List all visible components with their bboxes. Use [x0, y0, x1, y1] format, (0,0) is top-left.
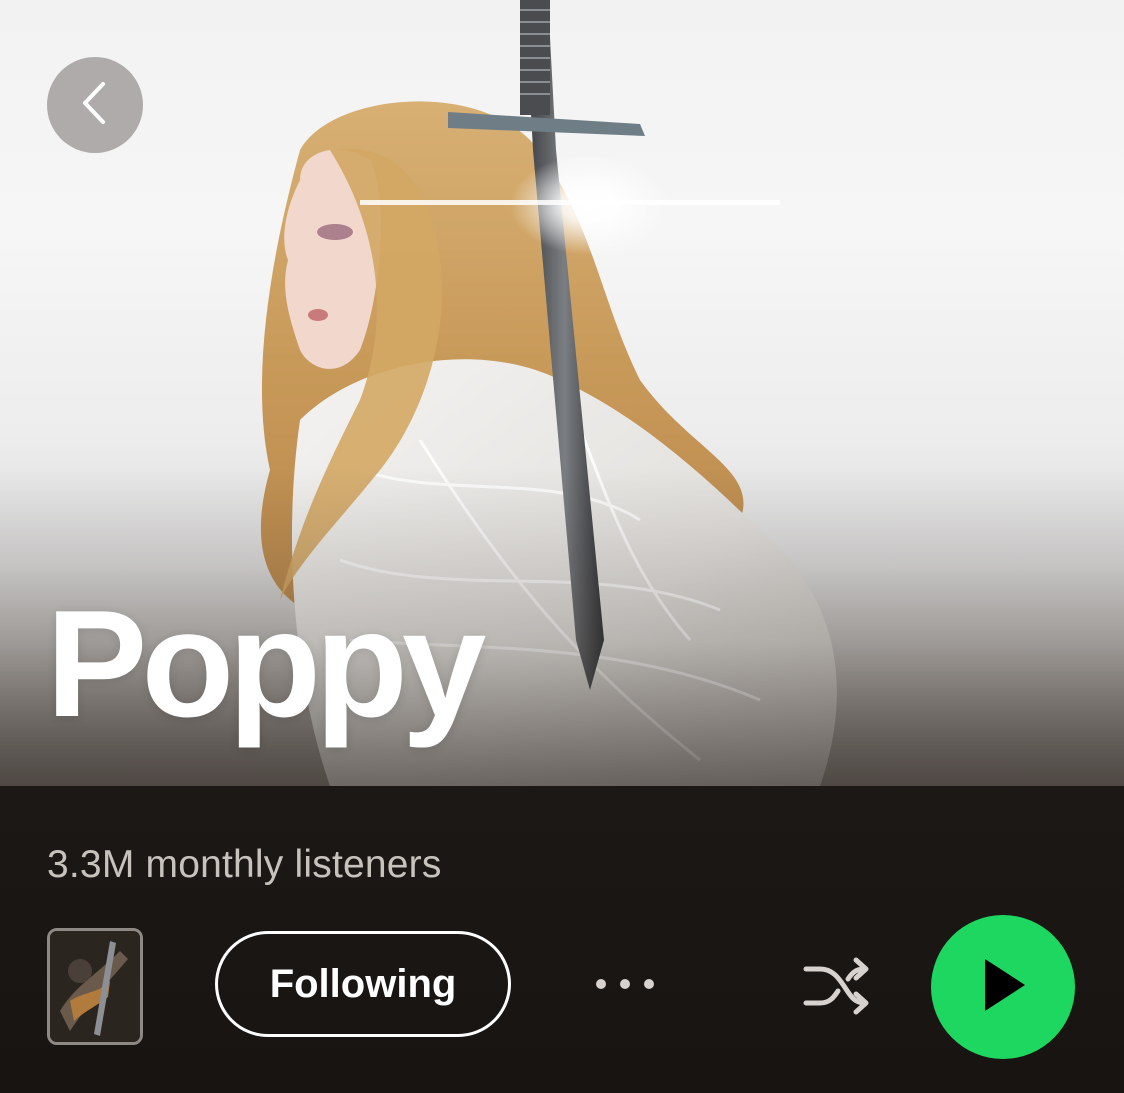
chevron-left-icon [75, 78, 115, 133]
play-icon [975, 955, 1031, 1020]
shuffle-icon [800, 955, 874, 1022]
artist-controls: Following [0, 915, 1124, 1065]
album-cover-art [50, 931, 140, 1042]
artist-name: Poppy [46, 579, 486, 749]
album-cover-thumbnail[interactable] [47, 928, 143, 1045]
monthly-listeners: 3.3M monthly listeners [47, 843, 442, 886]
following-button[interactable]: Following [215, 931, 511, 1037]
play-button[interactable] [931, 915, 1075, 1059]
artist-page: Poppy 3.3M monthly listeners Following [0, 0, 1124, 1093]
more-horizontal-icon [593, 977, 657, 996]
back-button[interactable] [47, 57, 143, 153]
more-options-button[interactable] [585, 961, 665, 1011]
shuffle-button[interactable] [797, 953, 877, 1023]
